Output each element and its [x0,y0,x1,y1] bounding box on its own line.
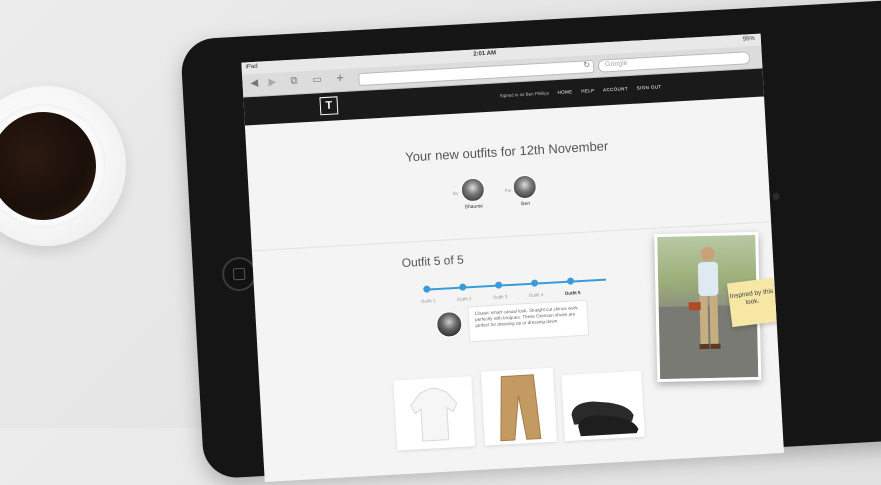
outfit-title: Outfit 5 of 5 [401,252,465,270]
bookmarks-icon[interactable]: ▭ [312,74,322,86]
product-chinos[interactable] [480,367,558,446]
stylist-name: Shaunie [464,203,484,211]
battery-label: 95% [742,35,756,43]
menu-help[interactable]: HELP [581,88,595,94]
page-title: Your new outfits for 12th November [404,138,609,165]
add-icon[interactable]: + [336,70,344,85]
site-logo[interactable]: T [319,96,339,116]
chinos-image [500,374,542,442]
camera-icon [772,192,780,201]
step-label-4[interactable]: Outfit 4 [529,292,544,298]
menu-home[interactable]: HOME [557,89,572,95]
search-placeholder: Google [604,60,628,69]
back-icon[interactable]: ◀ [250,78,258,89]
step-dot-3[interactable] [494,281,503,289]
step-dot-1[interactable] [423,285,431,293]
reload-icon[interactable]: ↻ [583,60,590,69]
ipad-device: iPad 2:01 AM 95% ◀ ▶ ⧉ ▭ + ↻ Google T Si… [180,0,881,482]
site-menu: HOME HELP ACCOUNT SIGN OUT [557,84,668,95]
signed-in-text: Signed in as Ben Phillips [499,90,550,99]
shirt-image [410,387,458,442]
postit-note: Inspired by this look. [726,277,779,328]
home-icon [232,267,246,281]
forward-icon[interactable]: ▶ [268,77,276,88]
menu-sign-out[interactable]: SIGN OUT [637,84,662,90]
menu-account[interactable]: ACCOUNT [603,86,628,92]
client-avatar [512,174,538,200]
product-shirt[interactable] [393,376,476,451]
step-label-1[interactable]: Outfit 1 [421,298,436,304]
time-label: 2:01 AM [473,50,497,58]
client-avatar-block: Ben [512,174,538,207]
progress-track [426,278,607,291]
for-label: For [504,187,512,194]
client-name: Ben [521,200,531,208]
step-dot-2[interactable] [459,283,467,291]
step-label-2[interactable]: Outfit 2 [457,296,472,302]
product-brogues[interactable] [561,370,645,442]
stylist-note: Classic smart casual look. Straight cut … [467,299,590,343]
brogues-image [571,401,639,437]
stylist-avatar [460,177,486,203]
step-dot-4[interactable] [530,279,539,287]
stylist-photo [435,310,464,339]
carrier-label: iPad [245,63,258,71]
by-label: By [452,190,459,196]
tabs-icon[interactable]: ⧉ [290,76,298,87]
step-label-5[interactable]: Outfit 5 [565,290,581,296]
ipad-screen: iPad 2:01 AM 95% ◀ ▶ ⧉ ▭ + ↻ Google T Si… [241,33,784,482]
step-label-3[interactable]: Outfit 3 [493,294,508,300]
stylist-avatar-block: Shaunie [460,177,486,210]
step-dot-5[interactable] [566,277,575,285]
